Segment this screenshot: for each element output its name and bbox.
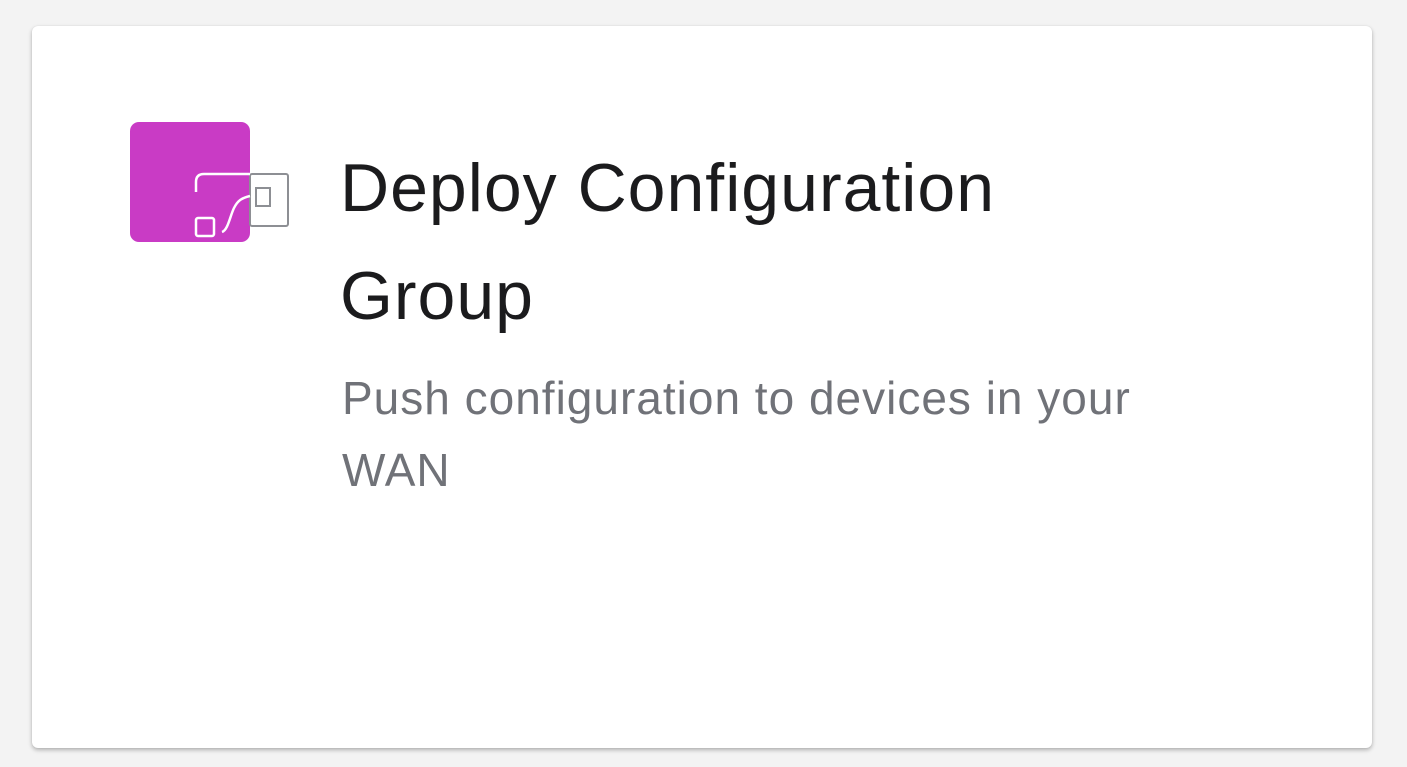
configuration-group-icon — [130, 122, 290, 246]
config-flow-icon — [194, 172, 289, 238]
card-description: Push configuration to devices in your WA… — [342, 372, 1131, 496]
card-title: Deploy Configuration Group — [340, 150, 996, 334]
deploy-configuration-group-card[interactable]: Deploy Configuration Group Push configur… — [32, 26, 1372, 748]
